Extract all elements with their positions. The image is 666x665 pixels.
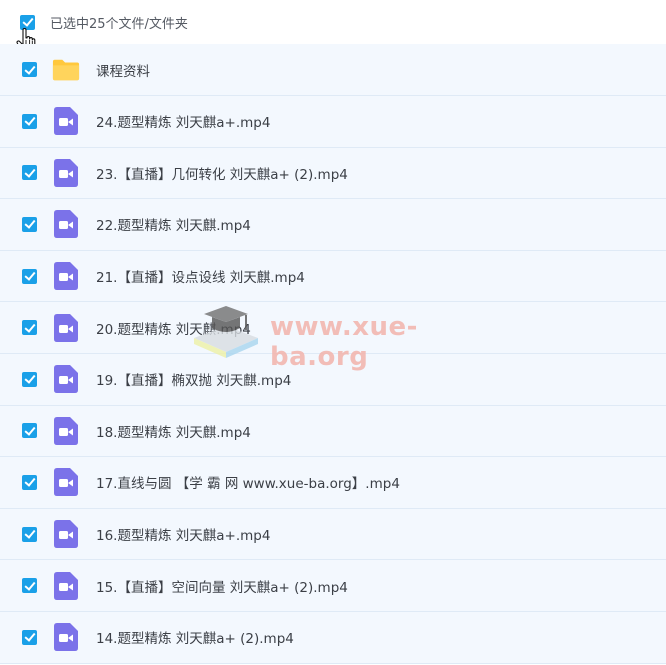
file-name[interactable]: 19.【直播】椭双抛 刘天麒.mp4 [96, 369, 291, 389]
video-file-icon [52, 262, 80, 291]
row-checkbox[interactable] [22, 526, 37, 542]
video-file-icon [52, 365, 80, 394]
video-file-icon [52, 107, 80, 136]
video-file-icon [52, 468, 80, 497]
row-checkbox[interactable] [22, 320, 37, 336]
file-name[interactable]: 23.【直播】几何转化 刘天麒a+ (2).mp4 [96, 163, 348, 183]
file-name[interactable]: 18.题型精炼 刘天麒.mp4 [96, 421, 251, 441]
row-checkbox[interactable] [22, 629, 37, 645]
file-name[interactable]: 15.【直播】空间向量 刘天麒a+ (2).mp4 [96, 576, 348, 596]
row-checkbox[interactable] [22, 216, 37, 232]
list-item[interactable]: 20.题型精炼 刘天麒.mp4 [0, 302, 666, 354]
file-name[interactable]: 16.题型精炼 刘天麒a+.mp4 [96, 524, 270, 544]
video-file-icon [52, 416, 80, 445]
row-checkbox[interactable] [22, 268, 37, 284]
selection-header: 已选中25个文件/文件夹 [0, 0, 666, 44]
list-item[interactable]: 15.【直播】空间向量 刘天麒a+ (2).mp4 [0, 560, 666, 612]
row-checkbox[interactable] [22, 371, 37, 387]
file-name[interactable]: 20.题型精炼 刘天麒.mp4 [96, 318, 251, 338]
video-file-icon [52, 158, 80, 187]
list-item[interactable]: 24.题型精炼 刘天麒a+.mp4 [0, 96, 666, 148]
file-name[interactable]: 24.题型精炼 刘天麒a+.mp4 [96, 111, 270, 131]
row-checkbox[interactable] [22, 474, 37, 490]
list-item[interactable]: 23.【直播】几何转化 刘天麒a+ (2).mp4 [0, 147, 666, 200]
list-item[interactable]: 课程资料 [0, 44, 666, 96]
video-file-icon [52, 623, 80, 652]
list-item[interactable]: 22.题型精炼 刘天麒.mp4 [0, 199, 666, 251]
file-name[interactable]: 21.【直播】设点设线 刘天麒.mp4 [96, 266, 305, 286]
row-checkbox[interactable] [22, 165, 37, 181]
folder-icon [52, 56, 80, 84]
list-item[interactable]: 16.题型精炼 刘天麒a+.mp4 [0, 508, 666, 561]
list-item[interactable]: 19.【直播】椭双抛 刘天麒.mp4 [0, 353, 666, 406]
list-item[interactable]: 18.题型精炼 刘天麒.mp4 [0, 405, 666, 458]
row-checkbox[interactable] [22, 578, 37, 594]
file-name[interactable]: 14.题型精炼 刘天麒a+ (2).mp4 [96, 627, 294, 647]
file-list: 课程资料 24.题型精炼 刘天麒a+.mp4 23.【直播】几何转化 刘天麒a+… [0, 44, 666, 664]
row-checkbox[interactable] [22, 113, 37, 129]
file-name[interactable]: 课程资料 [96, 60, 150, 80]
list-item[interactable]: 21.【直播】设点设线 刘天麒.mp4 [0, 250, 666, 303]
row-checkbox[interactable] [22, 423, 37, 439]
list-item[interactable]: 17.直线与圆 【学 霸 网 www.xue-ba.org】.mp4 [0, 457, 666, 509]
video-file-icon [52, 210, 80, 239]
video-file-icon [52, 571, 80, 600]
file-name[interactable]: 17.直线与圆 【学 霸 网 www.xue-ba.org】.mp4 [96, 472, 400, 492]
selection-count-label: 已选中25个文件/文件夹 [50, 16, 188, 32]
file-name[interactable]: 22.题型精炼 刘天麒.mp4 [96, 214, 251, 234]
video-file-icon [52, 313, 80, 342]
list-item[interactable]: 14.题型精炼 刘天麒a+ (2).mp4 [0, 611, 666, 664]
row-checkbox[interactable] [22, 62, 37, 77]
video-file-icon [52, 520, 80, 549]
